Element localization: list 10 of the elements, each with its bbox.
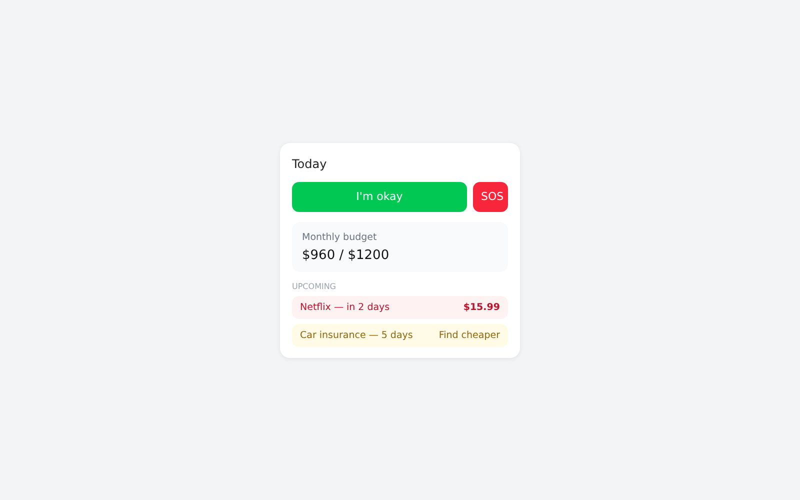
budget-label: Monthly budget [302,232,378,242]
section-heading: UPCOMING [292,282,338,290]
card-title: Today [292,156,328,170]
item-text: Netflix — in 2 days [300,302,390,312]
item-amount: $15.99 [463,302,500,312]
find-cheaper-link[interactable]: Find cheaper [438,330,500,340]
item-text: Car insurance — 5 days [300,330,413,340]
okay-button[interactable]: I'm okay [292,182,467,212]
sos-button[interactable]: SOS [473,182,508,212]
budget-value: $960 / $1200 [302,248,390,262]
